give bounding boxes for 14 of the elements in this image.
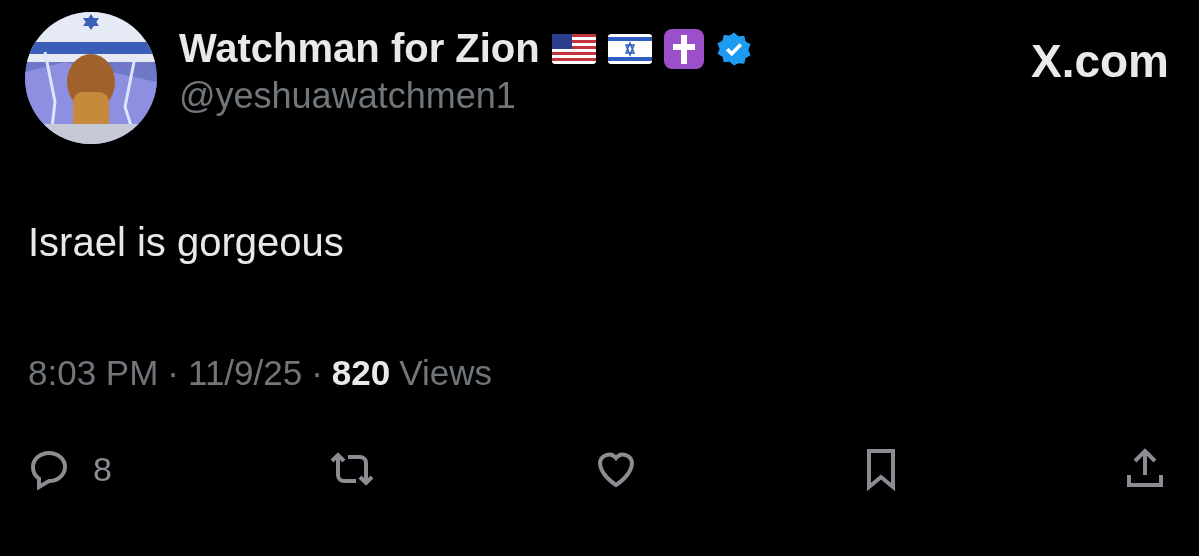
- flag-icon: [551, 33, 596, 64]
- post-time[interactable]: 8:03 PM: [28, 353, 159, 393]
- cross-icon: [663, 28, 704, 69]
- separator-dot: ·: [167, 353, 179, 393]
- tweet-text: Israel is gorgeous: [28, 220, 345, 265]
- reply-count: 8: [93, 449, 112, 489]
- separator-dot: ·: [311, 353, 323, 393]
- flag-icon: [607, 33, 652, 64]
- views-count: 820: [331, 353, 391, 393]
- site-label: X.com: [1030, 34, 1169, 88]
- display-name: Watchman for Zion: [179, 26, 540, 71]
- views-label: Views: [399, 353, 492, 393]
- username[interactable]: @yeshuawatchmen1: [179, 75, 752, 117]
- post-date[interactable]: 11/9/25: [188, 353, 303, 393]
